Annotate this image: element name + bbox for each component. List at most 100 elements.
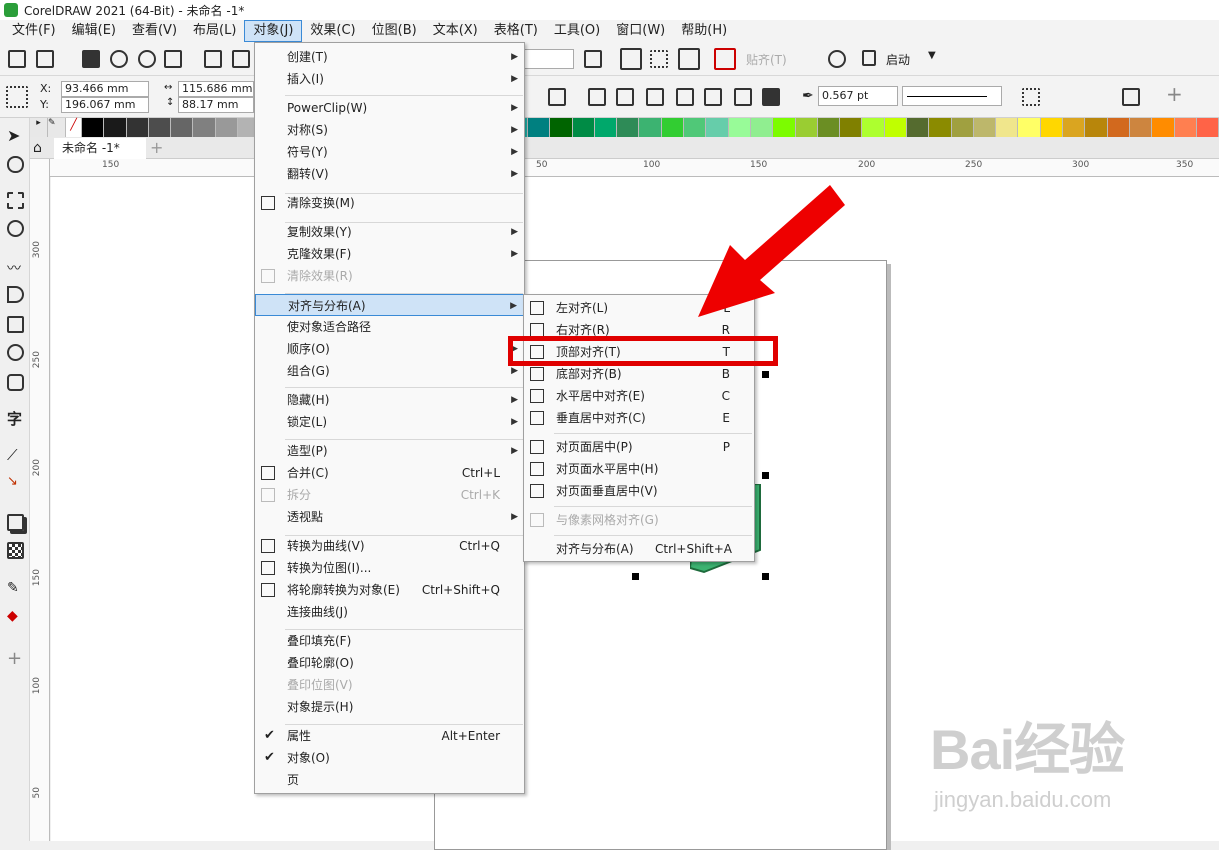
eyedropper-icon[interactable]: ✎ [48, 118, 66, 137]
object-menu-item[interactable]: 克隆效果(F) ▶ [255, 243, 524, 265]
palette-swatch[interactable] [996, 118, 1019, 137]
zoom-level-field[interactable] [524, 49, 574, 69]
parallel-dimension-icon[interactable]: ⟋ [7, 446, 24, 464]
palette-swatch[interactable] [1152, 118, 1175, 137]
align-distribute-icon[interactable] [1122, 88, 1140, 106]
palette-swatch[interactable] [639, 118, 662, 137]
menu-layout[interactable]: 布局(L) [185, 20, 244, 42]
menu-help[interactable]: 帮助(H) [673, 20, 735, 42]
menu-text[interactable]: 文本(X) [425, 20, 486, 42]
save-icon[interactable] [82, 50, 100, 68]
object-menu-item[interactable]: 符号(Y) ▶ [255, 141, 524, 163]
palette-swatch[interactable] [550, 118, 573, 137]
palette-swatch[interactable] [527, 118, 551, 137]
eyedropper-icon[interactable]: ✎ [7, 580, 24, 597]
palette-swatch[interactable] [951, 118, 974, 137]
palette-swatch[interactable] [884, 118, 907, 137]
transparency-icon[interactable] [7, 542, 24, 559]
wrap-text-icon[interactable] [1022, 88, 1040, 106]
back-minus-front-icon[interactable] [734, 88, 752, 106]
align-menu-item[interactable]: 与像素网格对齐(G) [524, 509, 754, 531]
object-menu-item[interactable]: 使对象适合路径 [255, 316, 524, 338]
add-icon[interactable]: + [1166, 82, 1183, 106]
snap-to-label[interactable]: 贴齐(T) [746, 51, 787, 68]
y-position-field[interactable]: 196.067 mm [61, 97, 149, 113]
full-screen-icon[interactable] [584, 50, 602, 68]
width-field[interactable]: 115.686 mm [178, 81, 254, 97]
object-menu-item[interactable]: 隐藏(H) ▶ [255, 389, 524, 411]
menu-edit[interactable]: 编辑(E) [64, 20, 124, 42]
palette-swatch[interactable] [126, 118, 149, 137]
weld-icon[interactable] [588, 88, 606, 106]
align-menu-item[interactable]: 底部对齐(B) B [524, 363, 754, 385]
palette-swatch[interactable] [148, 118, 172, 137]
object-menu-item[interactable]: ✔ 对象(O) [255, 747, 524, 769]
launch-icon[interactable] [862, 50, 876, 66]
cloud-download-icon[interactable] [138, 50, 156, 68]
align-menu-item[interactable]: 对页面水平居中(H) [524, 458, 754, 480]
align-menu-item[interactable]: 对页面垂直居中(V) [524, 480, 754, 502]
add-tool-icon[interactable]: + [7, 648, 24, 669]
object-menu-item[interactable]: 拆分 Ctrl+K [255, 484, 524, 506]
object-menu-item[interactable]: ✔ 属性 Alt+Enter [255, 725, 524, 747]
object-menu-item[interactable]: 叠印轮廓(O) [255, 652, 524, 674]
object-menu-item[interactable]: 组合(G) ▶ [255, 360, 524, 382]
palette-swatch[interactable] [1174, 118, 1197, 137]
palette-scroll-left-icon[interactable]: ▸ [30, 118, 48, 137]
palette-swatch[interactable] [1085, 118, 1108, 137]
intersect-icon[interactable] [646, 88, 664, 106]
open-folder-icon[interactable] [36, 50, 54, 68]
palette-swatch[interactable] [817, 118, 841, 137]
palette-swatch[interactable] [1063, 118, 1086, 137]
object-menu-item[interactable]: 复制效果(Y) ▶ [255, 221, 524, 243]
polygon-tool-icon[interactable] [7, 374, 24, 391]
pick-tool-icon[interactable]: ➤ [7, 126, 24, 145]
height-field[interactable]: 88.17 mm [178, 97, 254, 113]
palette-swatch[interactable] [706, 118, 729, 137]
palette-swatch[interactable] [929, 118, 952, 137]
menu-bitmaps[interactable]: 位图(B) [364, 20, 425, 42]
outline-width-field[interactable]: 0.567 pt [818, 86, 898, 106]
options-gear-icon[interactable] [828, 50, 846, 68]
new-tab-icon[interactable]: + [150, 138, 163, 157]
object-menu-item[interactable]: PowerClip(W) ▶ [255, 97, 524, 119]
object-menu-item[interactable]: 创建(T) ▶ [255, 46, 524, 68]
menu-window[interactable]: 窗口(W) [608, 20, 673, 42]
launch-label[interactable]: 启动 [886, 51, 910, 68]
menu-view[interactable]: 查看(V) [124, 20, 185, 42]
align-menu-item[interactable]: 垂直居中对齐(C) E [524, 407, 754, 429]
palette-swatch[interactable] [1196, 118, 1219, 137]
menu-object[interactable]: 对象(J) [244, 20, 303, 42]
snap-off-icon[interactable] [714, 48, 736, 70]
shape-tool-icon[interactable] [7, 156, 24, 173]
palette-swatch[interactable] [750, 118, 774, 137]
palette-swatch[interactable] [661, 118, 685, 137]
menu-file[interactable]: 文件(F) [4, 20, 64, 42]
object-menu-item[interactable]: 清除变换(M) [255, 192, 524, 214]
palette-swatch[interactable] [572, 118, 595, 137]
object-menu-item[interactable]: 插入(I) ▶ [255, 68, 524, 90]
show-guidelines-icon[interactable] [678, 48, 700, 70]
palette-swatch[interactable] [1107, 118, 1130, 137]
palette-swatch[interactable] [104, 118, 127, 137]
import-icon[interactable] [204, 50, 222, 68]
rectangle-tool-icon[interactable] [7, 316, 24, 333]
x-position-field[interactable]: 93.466 mm [61, 81, 149, 97]
palette-swatch[interactable] [773, 118, 796, 137]
palette-swatch[interactable] [906, 118, 930, 137]
vertical-ruler[interactable]: 300 250 200 150 100 50 [30, 159, 50, 841]
align-menu-item[interactable]: 对页面居中(P) P [524, 436, 754, 458]
drop-shadow-icon[interactable] [7, 514, 24, 531]
front-minus-back-icon[interactable] [704, 88, 722, 106]
palette-swatch[interactable] [973, 118, 997, 137]
palette-swatch[interactable] [728, 118, 751, 137]
object-menu-item[interactable]: 翻转(V) ▶ [255, 163, 524, 185]
document-tab[interactable]: 未命名 -1* [54, 138, 146, 159]
palette-swatch[interactable] [594, 118, 618, 137]
new-document-icon[interactable] [8, 50, 26, 68]
menu-table[interactable]: 表格(T) [486, 20, 546, 42]
selection-handle[interactable] [762, 573, 769, 580]
to-front-icon[interactable] [548, 88, 566, 106]
ellipse-tool-icon[interactable] [7, 344, 24, 361]
palette-swatch[interactable] [617, 118, 640, 137]
